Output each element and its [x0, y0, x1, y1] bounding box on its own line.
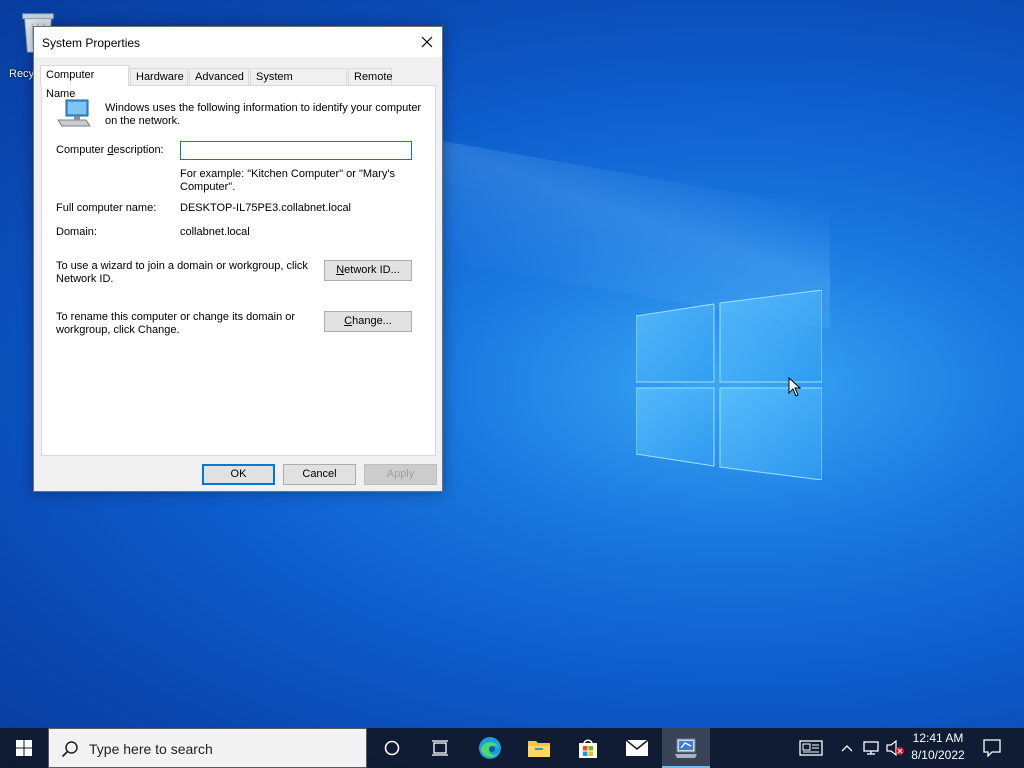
system-properties-taskbar-button[interactable] — [662, 728, 710, 768]
start-icon — [16, 740, 32, 756]
tab-computer-name[interactable]: Computer Name — [40, 65, 129, 100]
chevron-up-icon — [841, 745, 853, 752]
info-text: Windows uses the following information t… — [105, 102, 422, 127]
full-name-value: DESKTOP-IL75PE3.collabnet.local — [180, 202, 351, 214]
domain-value: collabnet.local — [180, 226, 250, 238]
full-name-label: Full computer name: — [56, 202, 157, 214]
clock-date: 8/10/2022 — [911, 748, 965, 762]
notification-center-button[interactable] — [976, 728, 1008, 768]
ok-button[interactable]: OK — [202, 464, 275, 485]
description-label: Computer description: — [56, 144, 164, 156]
dialog-title: System Properties — [42, 36, 141, 50]
network-button[interactable] — [860, 728, 882, 768]
tab-advanced[interactable]: Advanced — [189, 68, 249, 85]
mouse-cursor-icon — [788, 377, 802, 397]
system-properties-dialog: System Properties Computer Name Hardware… — [33, 26, 443, 492]
store-icon — [579, 739, 597, 758]
title-bar[interactable]: System Properties — [34, 27, 442, 57]
change-button[interactable]: Change... — [324, 311, 412, 332]
file-explorer-icon — [528, 741, 550, 757]
close-button[interactable] — [412, 27, 442, 57]
news-button[interactable] — [795, 728, 827, 768]
notification-icon — [983, 739, 1001, 757]
mail-icon — [625, 739, 649, 756]
search-placeholder: Type here to search — [89, 741, 213, 757]
tab-remote[interactable]: Remote — [348, 68, 393, 85]
cortana-button[interactable] — [368, 728, 416, 768]
edge-icon — [479, 737, 501, 759]
volume-button[interactable] — [883, 728, 907, 768]
task-view-icon — [432, 740, 448, 756]
taskbar: Type here to search 12:41 AM 8/10/2022 — [0, 728, 1024, 768]
close-icon — [421, 36, 433, 48]
clock-time: 12:41 AM — [912, 731, 964, 745]
show-hidden-icons-button[interactable] — [837, 728, 857, 768]
search-icon — [61, 741, 78, 758]
computer-description-input[interactable] — [180, 141, 412, 160]
clock[interactable]: 12:41 AM 8/10/2022 — [906, 731, 970, 762]
mail-button[interactable] — [613, 728, 661, 768]
file-explorer-button[interactable] — [515, 728, 563, 768]
tab-hardware[interactable]: Hardware — [130, 68, 188, 85]
domain-label: Domain: — [56, 226, 97, 238]
taskbar-search-box[interactable]: Type here to search — [48, 728, 367, 768]
tab-system-protection[interactable]: System Protection — [250, 68, 347, 100]
news-icon — [799, 740, 823, 756]
recycle-bin-label: Recy — [9, 68, 35, 80]
change-text: To rename this computer or change its do… — [56, 311, 296, 336]
example-text: For example: "Kitchen Computer" or "Mary… — [180, 168, 395, 193]
volume-muted-icon — [886, 740, 904, 756]
start-button[interactable] — [0, 728, 48, 768]
cortana-icon — [384, 740, 400, 756]
network-icon — [863, 741, 879, 755]
edge-button[interactable] — [466, 728, 514, 768]
apply-button[interactable]: Apply — [364, 464, 437, 485]
computer-name-panel: Windows uses the following information t… — [41, 85, 436, 456]
cancel-button[interactable]: Cancel — [283, 464, 356, 485]
network-id-button[interactable]: Network ID... — [324, 260, 412, 281]
store-button[interactable] — [564, 728, 612, 768]
task-view-button[interactable] — [416, 728, 464, 768]
network-id-text: To use a wizard to join a domain or work… — [56, 260, 308, 285]
system-properties-icon — [675, 738, 697, 758]
